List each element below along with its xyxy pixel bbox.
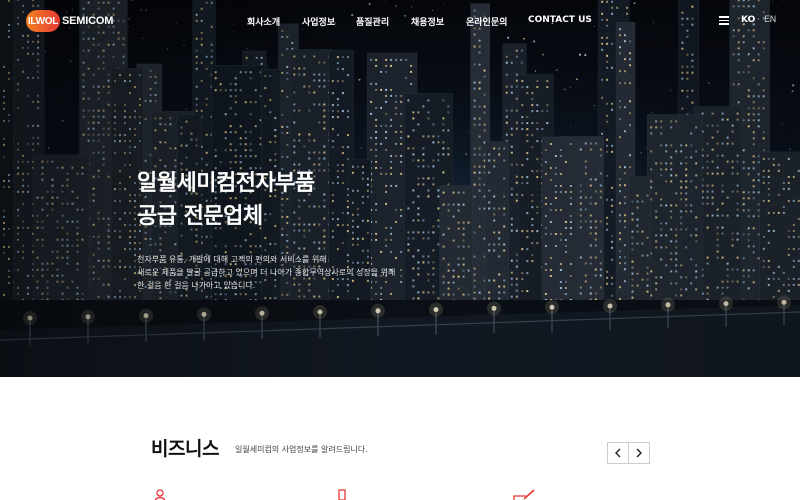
chevron-left-icon <box>615 448 621 458</box>
hero-desc-line2: 새로운 제품을 발굴 공급하고 있으며 더 나아가 종합무역상사로의 성장을 위… <box>137 268 396 277</box>
lang-ko[interactable]: KO <box>741 15 755 25</box>
pen-icon <box>513 489 535 500</box>
lang-en[interactable]: EN <box>764 15 776 25</box>
hero-banner: ILWOL SEMICOM 회사소개 사업정보 품질관리 채용정보 온라인문의 … <box>0 0 800 377</box>
nav-item-quality[interactable]: 품질관리 <box>356 15 389 28</box>
nav-item-recruit[interactable]: 채용정보 <box>411 15 444 28</box>
hero-title-line2: 공급 전문업체 <box>137 204 263 229</box>
slider-prev-button[interactable] <box>607 442 629 464</box>
lang-separator: · <box>757 15 760 25</box>
chevron-right-icon <box>636 448 642 458</box>
hamburger-icon[interactable] <box>719 16 729 25</box>
night-city-background <box>0 0 800 377</box>
main-nav: 회사소개 사업정보 품질관리 채용정보 온라인문의 CONTACT US <box>0 15 800 29</box>
nav-item-business[interactable]: 사업정보 <box>302 15 335 28</box>
slider-next-button[interactable] <box>628 442 650 464</box>
hero-title-line1: 일월세미컴전자부품 <box>137 171 315 196</box>
flask-icon <box>338 489 346 500</box>
person-icon <box>154 489 166 500</box>
site-header: ILWOL SEMICOM 회사소개 사업정보 품질관리 채용정보 온라인문의 … <box>0 0 800 42</box>
hero-title: 일월세미컴전자부품 공급 전문업체 <box>137 167 315 233</box>
hero-desc-line3: 한 걸음 한 걸음 나가아고 있습니다. <box>137 281 256 290</box>
nav-item-inquiry[interactable]: 온라인문의 <box>466 15 507 28</box>
business-section-title: 비즈니스 <box>151 438 219 460</box>
hero-description: 전자부품 유통, 개발에 대해 고객의 편의와 서비스를 위해 새로운 제품을 … <box>137 253 395 292</box>
nav-item-contact[interactable]: CONTACT US <box>528 15 592 25</box>
hero-desc-line1: 전자부품 유통, 개발에 대해 고객의 편의와 서비스를 위해 <box>137 255 327 264</box>
nav-item-company[interactable]: 회사소개 <box>247 15 280 28</box>
business-section-subtitle: 일월세미컴의 사업정보를 알려드립니다. <box>235 445 368 454</box>
